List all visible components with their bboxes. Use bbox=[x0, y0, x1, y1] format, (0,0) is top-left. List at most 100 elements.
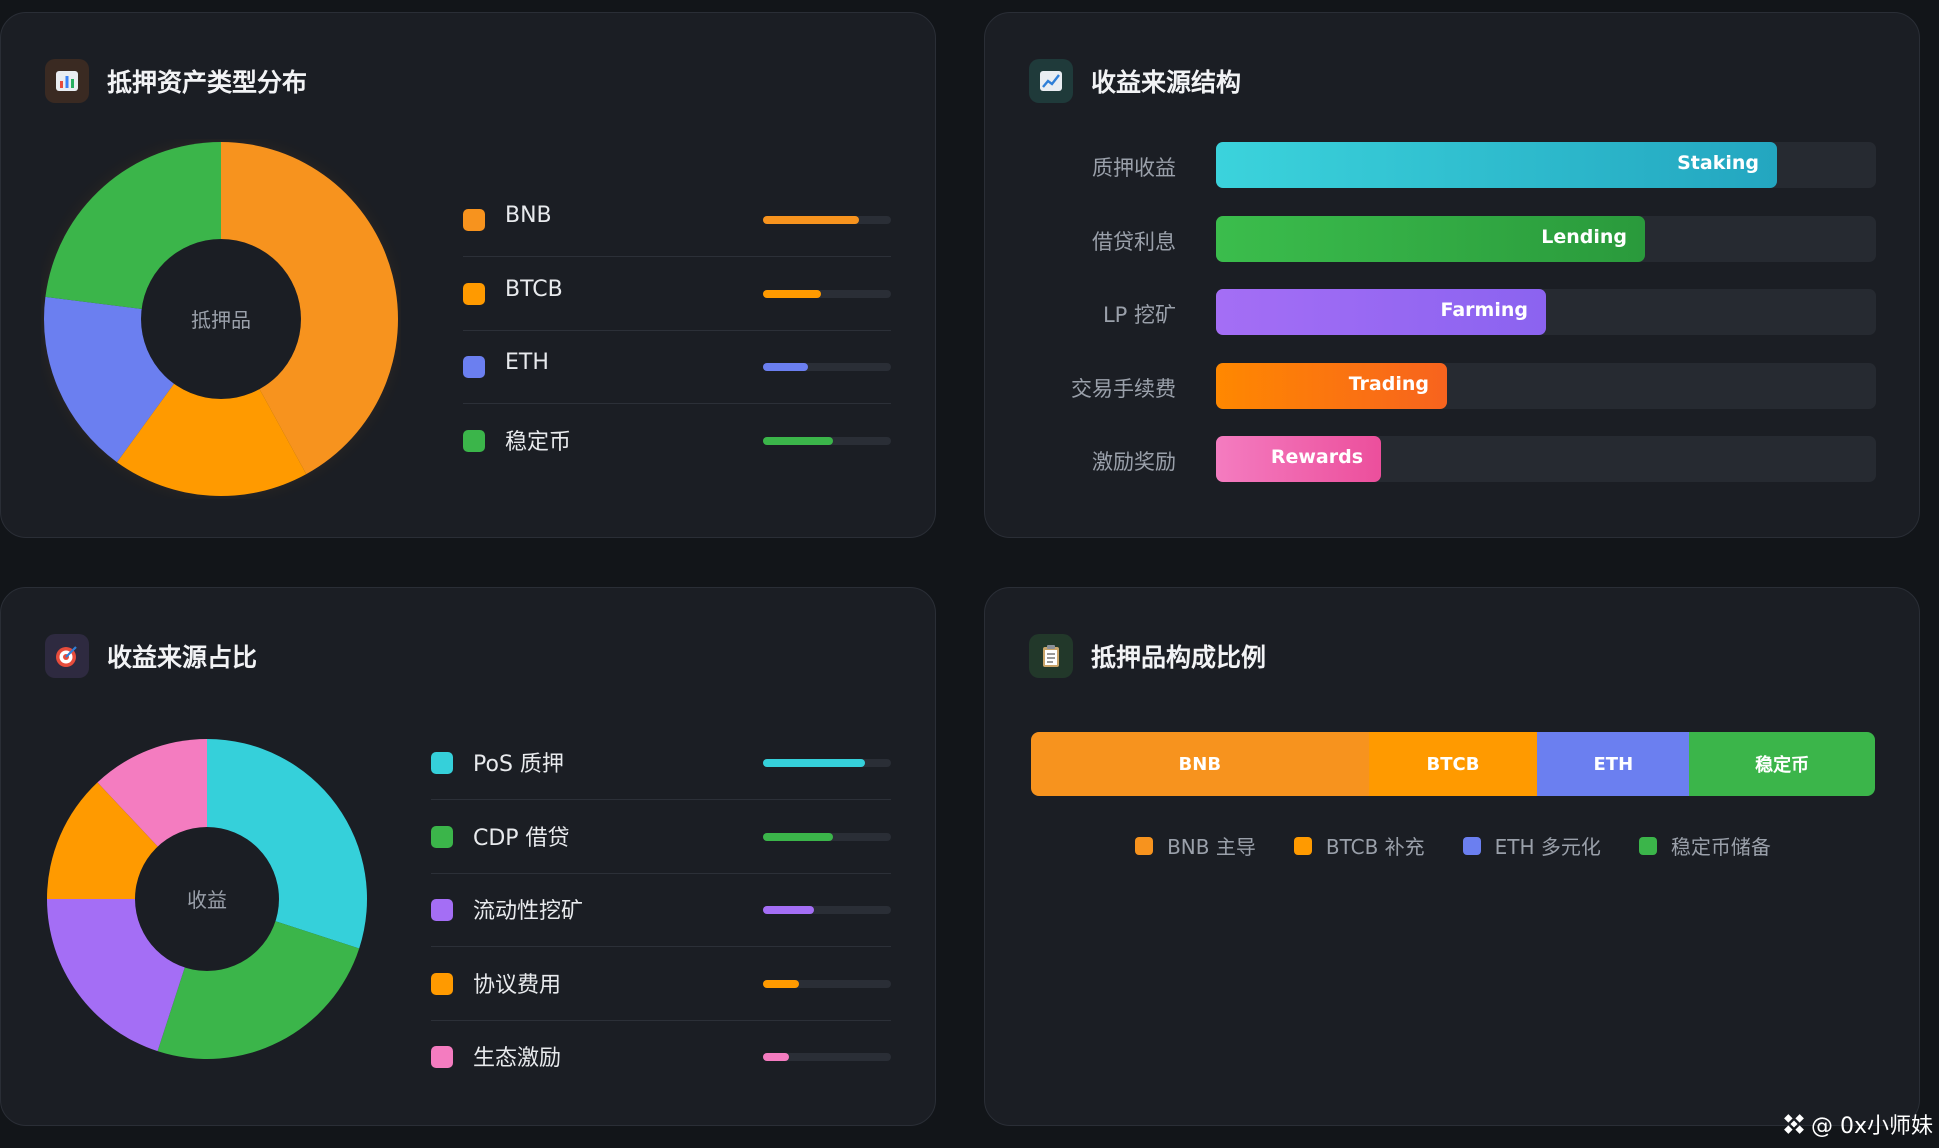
revenue-legend-label: 生态激励 bbox=[473, 1046, 562, 1071]
revenue-structure-title: 收益来源结构 bbox=[1091, 68, 1242, 97]
collateral-legend-row: 稳定币 bbox=[463, 404, 891, 477]
revenue-structure-row: 质押收益 Staking bbox=[985, 142, 1921, 188]
revenue-structure-bar: Rewards bbox=[1216, 436, 1381, 482]
collateral-legend-swatch bbox=[463, 209, 485, 231]
collateral-legend-swatch bbox=[463, 356, 485, 378]
revenue-legend-track bbox=[763, 1053, 891, 1061]
revenue-structure-bar-label: Lending bbox=[1541, 225, 1627, 248]
revenue-legend-track bbox=[763, 906, 891, 914]
collateral-legend-label: BTCB bbox=[505, 276, 563, 302]
collateral-ratio-legend-swatch bbox=[1293, 836, 1312, 855]
collateral-ratio-legend-swatch bbox=[1638, 836, 1657, 855]
watermark: @ 0x小师妹 bbox=[1781, 1108, 1933, 1140]
watermark-text: @ 0x小师妹 bbox=[1810, 1114, 1933, 1139]
collateral-legend-fill bbox=[763, 289, 821, 298]
collateral-ratio-segment: 稳定币 bbox=[1689, 732, 1875, 796]
target-icon bbox=[45, 634, 89, 678]
revenue-legend-fill bbox=[763, 1053, 789, 1061]
revenue-structure-category: 借贷利息 bbox=[1092, 229, 1176, 254]
collateral-legend-label: BNB bbox=[505, 203, 552, 228]
revenue-legend-fill bbox=[763, 979, 799, 988]
revenue-structure-row: LP 挖矿 Farming bbox=[985, 289, 1921, 335]
clipboard-icon bbox=[1029, 634, 1073, 678]
revenue-share-header: 收益来源占比 bbox=[45, 634, 257, 678]
revenue-legend-fill bbox=[763, 832, 834, 841]
collateral-ratio-legend-label: ETH 多元化 bbox=[1494, 835, 1601, 859]
collateral-ratio-legend-swatch bbox=[1462, 836, 1481, 855]
collateral-ratio-title: 抵押品构成比例 bbox=[1091, 643, 1267, 672]
collateral-legend-track bbox=[763, 289, 891, 298]
revenue-structure-header: 收益来源结构 bbox=[1029, 59, 1241, 103]
revenue-structure-bar-label: Farming bbox=[1440, 299, 1529, 321]
revenue-structure-category: 质押收益 bbox=[1092, 156, 1176, 180]
trend-chart-icon bbox=[1029, 59, 1073, 103]
collateral-legend-row: BTCB bbox=[463, 257, 891, 331]
collateral-ratio-legend-label: 稳定币储备 bbox=[1670, 835, 1771, 859]
collateral-legend-label: ETH bbox=[505, 350, 549, 375]
revenue-structure-track: Farming bbox=[1216, 289, 1876, 335]
revenue-legend-label: PoS 质押 bbox=[473, 752, 564, 777]
revenue-legend-label: 流动性挖矿 bbox=[473, 899, 584, 924]
revenue-structure-track: Staking bbox=[1216, 142, 1876, 188]
collateral-legend-fill bbox=[763, 363, 808, 371]
revenue-structure-bar: Lending bbox=[1216, 215, 1645, 262]
revenue-legend-swatch bbox=[431, 899, 453, 921]
collateral-type-panel: 抵押资产类型分布 抵押品 BNB BTCB ETH 稳定币 bbox=[0, 12, 936, 538]
revenue-structure-panel: 收益来源结构 质押收益 Staking 借贷利息 Lending LP 挖矿 Farmin… bbox=[984, 12, 1920, 538]
revenue-legend-swatch bbox=[431, 825, 453, 848]
revenue-legend-fill bbox=[763, 759, 866, 767]
revenue-center-label: 收益 bbox=[187, 888, 227, 912]
revenue-structure-row: 借贷利息 Lending bbox=[985, 215, 1921, 262]
collateral-center-label: 抵押品 bbox=[191, 308, 251, 332]
collateral-legend-row: ETH bbox=[463, 330, 891, 404]
collateral-legend-swatch bbox=[463, 429, 485, 452]
collateral-ratio-legend-item: BTCB 补充 bbox=[1293, 831, 1425, 860]
collateral-ratio-segment: BNB bbox=[1031, 732, 1369, 796]
revenue-structure-bar-label: Staking bbox=[1677, 152, 1759, 174]
collateral-ratio-legend-item: BNB 主导 bbox=[1135, 831, 1256, 860]
revenue-legend-swatch bbox=[431, 1046, 453, 1068]
revenue-structure-category: 激励奖励 bbox=[1092, 450, 1176, 474]
collateral-ratio-legend: BNB 主导 BTCB 补充 ETH 多元化 稳定币储备 bbox=[985, 831, 1921, 860]
revenue-share-panel: 收益来源占比 收益 PoS 质押 CDP 借贷 流动性挖矿协议费用生态激励 bbox=[0, 587, 936, 1126]
collateral-ratio-stacked-bar: BNB BTCB ETH 稳定币 bbox=[1031, 732, 1875, 796]
revenue-structure-category: LP 挖矿 bbox=[1102, 303, 1176, 327]
collateral-legend-swatch bbox=[463, 282, 485, 305]
collateral-legend-track bbox=[763, 436, 891, 445]
revenue-structure-row: 交易手续费 Trading bbox=[985, 362, 1921, 409]
revenue-share-title: 收益来源占比 bbox=[107, 643, 258, 672]
binance-logo-icon bbox=[1784, 1114, 1804, 1134]
revenue-structure-track: Lending bbox=[1216, 215, 1876, 262]
collateral-ratio-legend-label: BNB 主导 bbox=[1167, 835, 1256, 859]
collateral-ratio-segment: ETH bbox=[1537, 732, 1690, 796]
collateral-ratio-legend-label: BTCB 补充 bbox=[1325, 835, 1425, 859]
revenue-legend-row: 生态激励 bbox=[431, 1020, 891, 1093]
revenue-share-donut: 收益 bbox=[47, 739, 367, 1059]
collateral-ratio-legend-item: 稳定币储备 bbox=[1638, 831, 1771, 860]
revenue-structure-bar: Staking bbox=[1216, 142, 1777, 188]
collateral-ratio-segment: BTCB bbox=[1368, 732, 1538, 796]
revenue-legend-row: CDP 借贷 bbox=[431, 800, 891, 874]
revenue-structure-bar: Trading bbox=[1216, 362, 1447, 409]
revenue-legend-track bbox=[763, 832, 891, 841]
collateral-ratio-legend-swatch bbox=[1135, 836, 1154, 855]
revenue-structure-bar: Farming bbox=[1216, 289, 1546, 335]
revenue-legend-row: 流动性挖矿 bbox=[431, 873, 891, 947]
revenue-structure-row: 激励奖励 Rewards bbox=[985, 436, 1921, 482]
revenue-structure-bar-label: Trading bbox=[1348, 372, 1429, 395]
revenue-legend-label: CDP 借贷 bbox=[473, 825, 570, 851]
revenue-legend-fill bbox=[763, 906, 815, 914]
revenue-legend-label: 协议费用 bbox=[473, 972, 562, 998]
revenue-legend-row: PoS 质押 bbox=[431, 726, 891, 800]
collateral-legend-row: BNB bbox=[463, 183, 891, 257]
revenue-structure-bar-label: Rewards bbox=[1270, 446, 1363, 468]
revenue-legend-track bbox=[763, 759, 891, 767]
revenue-legend-swatch bbox=[431, 752, 453, 774]
collateral-legend-label: 稳定币 bbox=[505, 429, 572, 455]
revenue-legend-row: 协议费用 bbox=[431, 947, 891, 1021]
revenue-structure-track: Rewards bbox=[1216, 436, 1876, 482]
revenue-legend-swatch bbox=[431, 972, 453, 995]
collateral-legend-track bbox=[763, 363, 891, 371]
collateral-ratio-panel: 抵押品构成比例 BNB BTCB ETH 稳定币 BNB 主导 BTCB 补充 ETH 多… bbox=[984, 587, 1920, 1126]
collateral-type-title: 抵押资产类型分布 bbox=[107, 68, 308, 97]
